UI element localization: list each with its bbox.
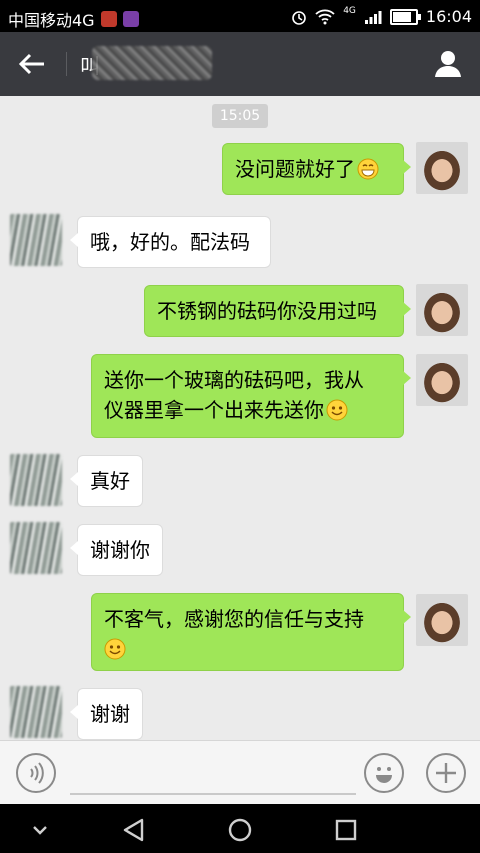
incoming-message-bubble[interactable]: 哦，好的。配法码 <box>70 216 271 268</box>
redacted-title-blur <box>92 46 212 80</box>
notification-app-icon <box>100 11 117 27</box>
smile-emoji <box>326 399 348 421</box>
my-avatar[interactable] <box>416 594 468 646</box>
input-bar <box>0 740 480 805</box>
message-input[interactable] <box>70 793 356 795</box>
signal-icon <box>364 10 382 24</box>
message-text: 哦，好的。配法码 <box>90 230 250 254</box>
message-text: 不锈钢的砝码你没用过吗 <box>157 299 377 323</box>
my-avatar[interactable] <box>416 142 468 194</box>
message-text: 谢谢 <box>90 702 130 726</box>
status-bar: 中国移动4G 4G 16:04 <box>0 0 480 32</box>
message-list[interactable]: 15:05 没问题就好了 哦，好的。配法码 不锈钢的砝码你没用过吗 送你一个玻璃… <box>0 96 480 740</box>
outgoing-message-bubble[interactable]: 没问题就好了 <box>222 143 411 195</box>
message-text: 仪器里拿一个出来先送你 <box>104 398 324 422</box>
system-nav-bar <box>0 804 480 853</box>
message-timestamp: 15:05 <box>212 104 268 128</box>
carrier-label: 中国移动4G <box>8 11 95 30</box>
voice-icon[interactable] <box>16 753 56 793</box>
incoming-message-bubble[interactable]: 真好 <box>70 455 143 507</box>
header-divider <box>66 52 67 76</box>
message-text: 真好 <box>90 469 130 493</box>
recents-square-icon[interactable] <box>328 812 364 848</box>
contact-avatar[interactable] <box>10 686 62 738</box>
wifi-icon <box>315 9 335 24</box>
incoming-message-bubble[interactable]: 谢谢 <box>70 688 143 740</box>
outgoing-message-bubble[interactable]: 不客气，感谢您的信任与支持 <box>91 593 411 671</box>
emoji-icon[interactable] <box>364 753 404 793</box>
arrow-left-icon[interactable] <box>16 48 48 80</box>
contact-avatar[interactable] <box>10 214 62 266</box>
home-circle-icon[interactable] <box>222 812 258 848</box>
contact-avatar[interactable] <box>10 522 62 574</box>
grin-emoji <box>357 158 379 180</box>
my-avatar[interactable] <box>416 354 468 406</box>
notification-app-icon <box>122 11 139 27</box>
message-text: 谢谢你 <box>90 538 150 562</box>
person-icon[interactable] <box>432 48 464 80</box>
clock: 16:04 <box>425 7 472 26</box>
alarm-icon <box>292 10 306 25</box>
outgoing-message-bubble[interactable]: 送你一个玻璃的砝码吧，我从 仪器里拿一个出来先送你 <box>91 354 411 438</box>
chevron-down-icon[interactable] <box>22 812 58 848</box>
chat-header: 叫 <box>0 32 480 96</box>
plus-icon[interactable] <box>426 753 466 793</box>
network-type-label: 4G <box>343 5 356 16</box>
message-text: 没问题就好了 <box>235 157 355 181</box>
incoming-message-bubble[interactable]: 谢谢你 <box>70 524 163 576</box>
battery-icon <box>389 8 421 25</box>
back-triangle-icon[interactable] <box>116 812 152 848</box>
contact-avatar[interactable] <box>10 454 62 506</box>
message-text: 不客气，感谢您的信任与支持 <box>104 607 364 631</box>
message-text: 送你一个玻璃的砝码吧，我从 <box>104 368 364 392</box>
smile-emoji <box>104 638 126 660</box>
my-avatar[interactable] <box>416 284 468 336</box>
outgoing-message-bubble[interactable]: 不锈钢的砝码你没用过吗 <box>144 285 411 337</box>
